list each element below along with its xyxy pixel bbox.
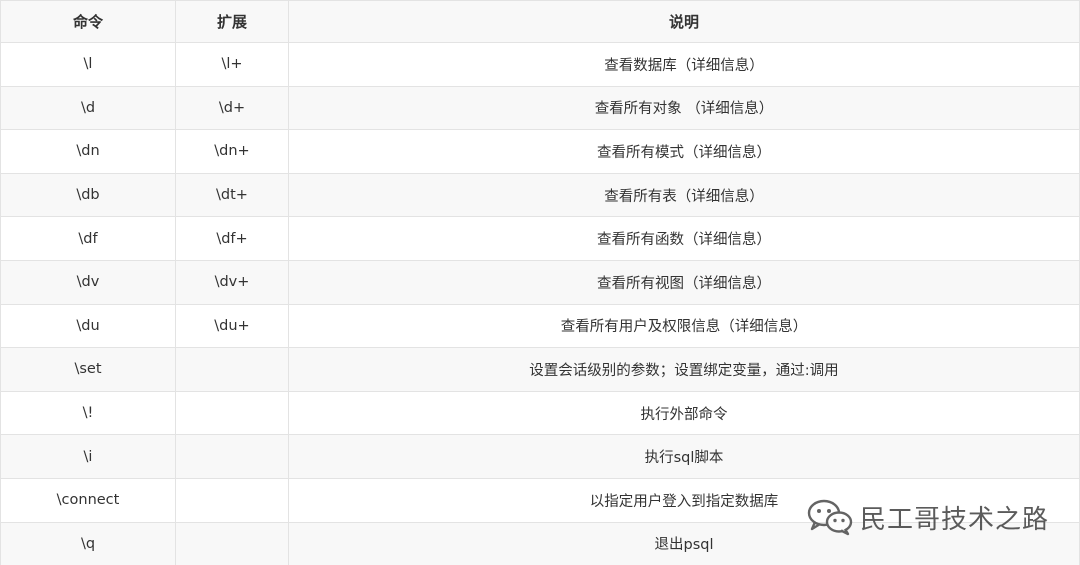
- cell-description: 设置会话级别的参数；设置绑定变量，通过:调用: [288, 347, 1080, 392]
- table-row: \! 执行外部命令: [0, 390, 1080, 436]
- cell-description: 查看所有视图（详细信息）: [288, 259, 1080, 305]
- cell-extension: \dv+: [175, 259, 289, 305]
- cell-description: 查看数据库（详细信息）: [288, 42, 1080, 87]
- table-row: \l \l+ 查看数据库（详细信息）: [0, 42, 1080, 87]
- cell-extension: [175, 390, 289, 436]
- cell-command: \set: [0, 347, 176, 392]
- cell-extension: \du+: [175, 303, 289, 349]
- cell-description: 执行sql脚本: [288, 434, 1080, 479]
- cell-extension: [175, 434, 289, 479]
- header-description: 说明: [288, 0, 1080, 43]
- cell-description: 查看所有模式（详细信息）: [288, 129, 1080, 174]
- cell-extension: \d+: [175, 85, 289, 131]
- cell-command: \d: [0, 85, 176, 131]
- cell-command: \i: [0, 434, 176, 479]
- cell-description: 查看所有表（详细信息）: [288, 172, 1080, 218]
- table-row: \d \d+ 查看所有对象 （详细信息）: [0, 85, 1080, 131]
- header-extension: 扩展: [175, 0, 289, 43]
- cell-extension: \df+: [175, 216, 289, 261]
- wechat-icon: [807, 499, 853, 536]
- cell-command: \db: [0, 172, 176, 218]
- cell-description: 查看所有用户及权限信息（详细信息）: [288, 303, 1080, 349]
- cell-extension: [175, 347, 289, 392]
- cell-command: \q: [0, 521, 176, 565]
- cell-description: 执行外部命令: [288, 390, 1080, 436]
- cell-command: \l: [0, 42, 176, 87]
- table-header-row: 命令 扩展 说明: [0, 0, 1080, 43]
- cell-extension: \l+: [175, 42, 289, 87]
- table-row: \du \du+ 查看所有用户及权限信息（详细信息）: [0, 303, 1080, 349]
- cell-extension: \dt+: [175, 172, 289, 218]
- cell-command: \du: [0, 303, 176, 349]
- cell-extension: [175, 477, 289, 523]
- cell-command: \df: [0, 216, 176, 261]
- watermark-text: 民工哥技术之路: [860, 504, 1050, 535]
- cell-extension: \dn+: [175, 129, 289, 174]
- watermark: 民工哥技术之路: [806, 497, 1049, 537]
- table-row: \set 设置会话级别的参数；设置绑定变量，通过:调用: [0, 347, 1080, 392]
- cell-description: 查看所有函数（详细信息）: [288, 216, 1080, 261]
- table-row: \dv \dv+ 查看所有视图（详细信息）: [0, 259, 1080, 305]
- table-row: \df \df+ 查看所有函数（详细信息）: [0, 216, 1080, 261]
- table-row: \i 执行sql脚本: [0, 434, 1080, 479]
- page: 命令 扩展 说明 \l \l+ 查看数据库（详细信息） \d \d+ 查看所有对…: [0, 0, 1080, 565]
- command-table: 命令 扩展 说明 \l \l+ 查看数据库（详细信息） \d \d+ 查看所有对…: [0, 0, 1080, 565]
- cell-command: \!: [0, 390, 176, 436]
- cell-command: \dn: [0, 129, 176, 174]
- cell-extension: [175, 521, 289, 565]
- table-row: \db \dt+ 查看所有表（详细信息）: [0, 172, 1080, 218]
- cell-description: 查看所有对象 （详细信息）: [288, 85, 1080, 131]
- header-command: 命令: [0, 0, 176, 43]
- table-row: \dn \dn+ 查看所有模式（详细信息）: [0, 129, 1080, 174]
- cell-command: \connect: [0, 477, 176, 523]
- cell-command: \dv: [0, 259, 176, 305]
